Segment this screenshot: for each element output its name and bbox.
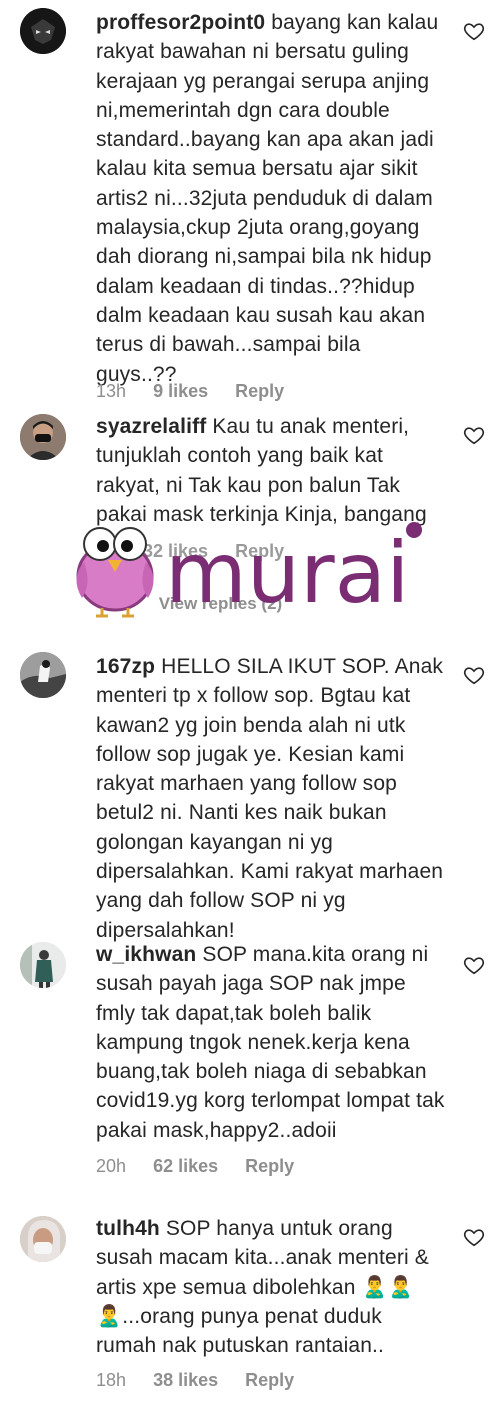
- comment-text: syazrelaliff Kau tu anak menteri, tunjuk…: [96, 412, 446, 529]
- watermark-text: murai: [165, 524, 409, 620]
- heart-icon[interactable]: [463, 20, 485, 42]
- username[interactable]: 167zp: [96, 655, 155, 678]
- comment-body: HELLO SILA IKUT SOP. Anak menteri tp x f…: [96, 655, 444, 942]
- heart-icon[interactable]: [463, 664, 485, 686]
- avatar[interactable]: [20, 1216, 66, 1262]
- username[interactable]: syazrelaliff: [96, 415, 206, 438]
- comment-text: w_ikhwan SOP mana.kita orang ni susah pa…: [96, 940, 446, 1145]
- avatar[interactable]: [20, 8, 66, 54]
- timestamp: 13h: [96, 381, 127, 401]
- timestamp: 18h: [96, 1370, 127, 1390]
- comment-text: tulh4h SOP hanya untuk orang susah macam…: [96, 1214, 446, 1360]
- likes-count[interactable]: 62 likes: [153, 1156, 218, 1176]
- timestamp: 20h: [96, 1156, 127, 1176]
- likes-count[interactable]: 9 likes: [153, 381, 208, 401]
- comment-body: SOP mana.kita orang ni susah payah jaga …: [96, 943, 445, 1142]
- comment-body: bayang kan kalau rakyat bawahan ni bersa…: [96, 11, 439, 386]
- comment-meta: 18h 38 likes Reply: [96, 1370, 316, 1391]
- heart-icon[interactable]: [463, 1226, 485, 1248]
- reply-button[interactable]: Reply: [245, 1156, 294, 1176]
- reply-button[interactable]: Reply: [245, 1370, 294, 1390]
- comment-text: 167zp HELLO SILA IKUT SOP. Anak menteri …: [96, 652, 446, 945]
- murai-watermark: murai: [70, 520, 430, 622]
- username[interactable]: tulh4h: [96, 1217, 160, 1240]
- heart-icon[interactable]: [463, 954, 485, 976]
- heart-icon[interactable]: [463, 424, 485, 446]
- avatar[interactable]: [20, 652, 66, 698]
- comment-meta: 20h 62 likes Reply: [96, 1156, 316, 1177]
- username[interactable]: proffesor2point0: [96, 11, 265, 34]
- username[interactable]: w_ikhwan: [96, 943, 196, 966]
- comment-meta: 13h 9 likes Reply: [96, 381, 306, 402]
- murai-logo: murai: [76, 522, 422, 622]
- likes-count[interactable]: 38 likes: [153, 1370, 218, 1390]
- avatar[interactable]: [20, 942, 66, 988]
- avatar[interactable]: [20, 414, 66, 460]
- comment-text: proffesor2point0 bayang kan kalau rakyat…: [96, 8, 446, 389]
- reply-button[interactable]: Reply: [235, 381, 284, 401]
